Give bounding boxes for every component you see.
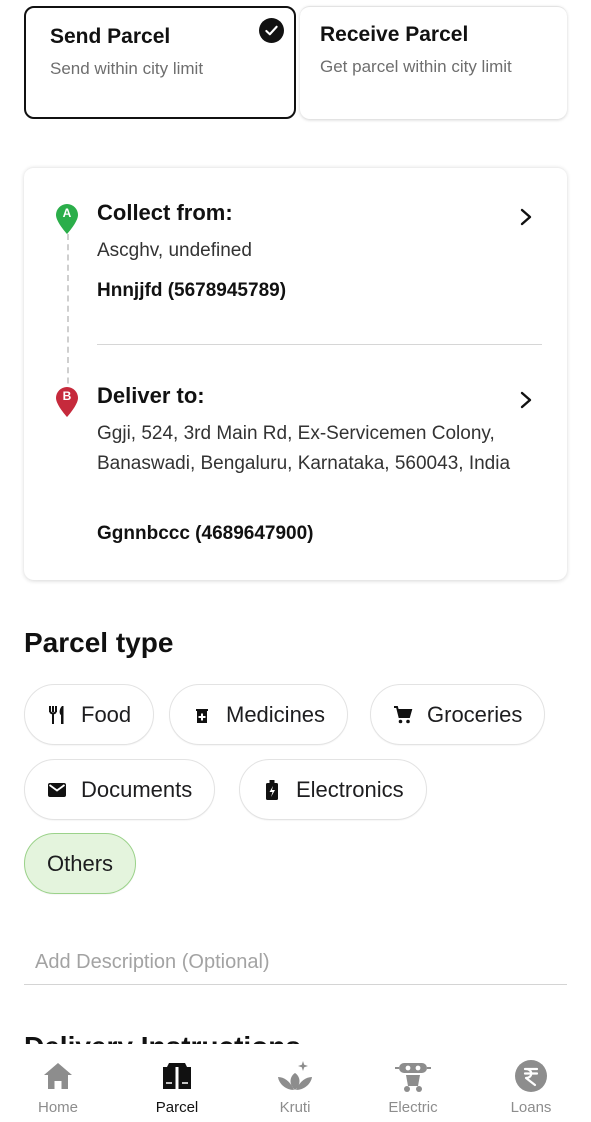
- parcel-type-food-chip[interactable]: Food: [24, 684, 155, 745]
- parcel-type-medicines-chip[interactable]: Medicines: [169, 684, 349, 745]
- nav-label: Electric: [388, 1099, 438, 1116]
- route-connector-line: [67, 234, 69, 404]
- check-icon: [259, 18, 284, 43]
- parcel-mode-selector: Send Parcel Send within city limit Recei…: [24, 6, 567, 119]
- send-parcel-title: Send Parcel: [50, 25, 171, 48]
- send-parcel-subtitle: Send within city limit: [50, 59, 204, 78]
- nav-home[interactable]: Home: [13, 1058, 103, 1116]
- pickup-pin-icon: A: [54, 203, 80, 235]
- parcel-type-label: Others: [47, 850, 114, 876]
- parcel-type-label: Groceries: [427, 701, 523, 727]
- parcel-type-label: Electronics: [296, 776, 404, 802]
- receive-parcel-title: Receive Parcel: [320, 23, 469, 46]
- route-card: A Collect from: Ascghv, undefined Hnnjjf…: [24, 167, 567, 580]
- drop-pin-icon: B: [54, 386, 80, 418]
- nav-label: Loans: [510, 1099, 552, 1116]
- pickup-chevron-right-icon[interactable]: [519, 207, 533, 227]
- parcel-icon: [132, 1058, 222, 1094]
- nav-kruti[interactable]: Kruti: [250, 1058, 340, 1116]
- bottom-nav: Home Parcel Kruti Electric Loans: [0, 1044, 591, 1122]
- nav-label: Home: [37, 1099, 78, 1116]
- description-input[interactable]: [24, 940, 567, 985]
- nav-loans[interactable]: Loans: [486, 1058, 576, 1116]
- nav-label: Parcel: [155, 1099, 199, 1116]
- pickup-badge: A: [62, 206, 72, 220]
- medicine-icon: [192, 705, 212, 725]
- receive-parcel-card[interactable]: Receive Parcel Get parcel within city li…: [300, 6, 567, 119]
- fork-knife-icon: [47, 705, 67, 725]
- cart-icon: [393, 705, 413, 725]
- kruti-icon: [250, 1058, 340, 1094]
- envelope-icon: [47, 780, 67, 800]
- parcel-type-electronics-chip[interactable]: Electronics: [239, 759, 427, 820]
- nav-electric[interactable]: Electric: [368, 1058, 458, 1116]
- pickup-address: Ascghv, undefined: [97, 240, 252, 261]
- parcel-type-groceries-chip[interactable]: Groceries: [370, 684, 546, 745]
- parcel-type-documents-chip[interactable]: Documents: [24, 759, 216, 820]
- drop-chevron-right-icon[interactable]: [519, 390, 533, 410]
- home-icon: [13, 1058, 103, 1094]
- rupee-icon: [486, 1058, 576, 1094]
- parcel-type-label: Medicines: [226, 701, 326, 727]
- parcel-type-label: Documents: [81, 776, 193, 802]
- pickup-title: Collect from:: [97, 200, 233, 225]
- parcel-type-others-chip[interactable]: Others: [24, 833, 137, 894]
- drop-contact: Ggnnbccc (4689647900): [97, 523, 314, 544]
- drop-address: Ggji, 524, 3rd Main Rd, Ex-Servicemen Co…: [97, 423, 511, 474]
- parcel-type-label: Food: [81, 701, 132, 727]
- electric-icon: [368, 1058, 458, 1094]
- drop-badge: B: [62, 389, 72, 403]
- battery-icon: [262, 779, 282, 800]
- delivery-instructions-heading: Delivery Instructions: [24, 1030, 301, 1044]
- pickup-contact: Hnnjjfd (5678945789): [97, 280, 287, 301]
- drop-title: Deliver to:: [97, 383, 205, 408]
- route-divider: [97, 344, 542, 345]
- parcel-type-heading: Parcel type: [24, 627, 174, 658]
- receive-parcel-subtitle: Get parcel within city limit: [320, 57, 512, 76]
- nav-parcel[interactable]: Parcel: [132, 1058, 222, 1116]
- send-parcel-card[interactable]: Send Parcel Send within city limit: [24, 6, 296, 119]
- nav-label: Kruti: [279, 1099, 311, 1116]
